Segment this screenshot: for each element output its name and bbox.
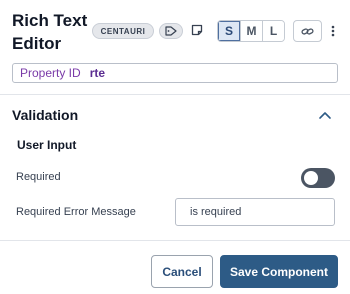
required-error-message-label: Required Error Message (16, 206, 136, 218)
size-small-button[interactable]: S (218, 21, 240, 41)
required-label: Required (16, 171, 61, 183)
chevron-up-icon[interactable] (318, 110, 332, 120)
component-title: Rich Text Editor (12, 11, 88, 53)
header-divider (0, 94, 350, 95)
component-header: Rich Text Editor CENTAURI S M L Property… (0, 0, 350, 92)
cancel-button[interactable]: Cancel (151, 255, 213, 288)
vertical-ellipsis-icon (331, 25, 335, 37)
link-icon (301, 27, 314, 35)
toggle-knob (304, 171, 318, 185)
component-type-badge[interactable]: CENTAURI (92, 23, 154, 39)
required-error-message-input[interactable] (175, 198, 335, 226)
sticky-note-icon (191, 24, 203, 36)
size-medium-button[interactable]: M (240, 21, 262, 41)
size-large-button[interactable]: L (262, 21, 284, 41)
property-id-value: rte (89, 66, 106, 80)
more-options-button[interactable] (327, 20, 339, 42)
user-input-heading: User Input (17, 138, 77, 152)
save-component-button[interactable]: Save Component (220, 255, 338, 288)
tag-icon (165, 26, 177, 36)
notes-button[interactable] (189, 22, 205, 38)
property-id-field[interactable]: Property ID rte (12, 63, 338, 83)
required-toggle[interactable] (301, 168, 335, 188)
size-selector: S M L (217, 20, 285, 42)
tag-button[interactable] (159, 23, 183, 39)
link-button[interactable] (293, 20, 322, 42)
footer-divider (0, 240, 350, 241)
validation-section-title[interactable]: Validation (12, 107, 78, 123)
property-id-label: Property ID (20, 66, 81, 80)
